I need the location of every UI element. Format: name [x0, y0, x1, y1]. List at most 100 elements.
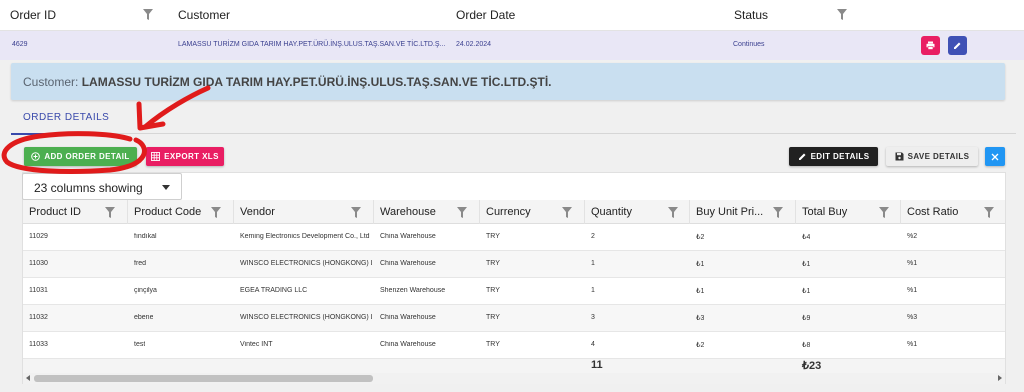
cell-cost-ratio: %1: [907, 341, 918, 348]
cell-product-code: ebene: [134, 314, 154, 321]
order-row[interactable]: 4629 LAMASSU TURİZM GIDA TARIM HAY.PET.Ü…: [0, 31, 1024, 60]
filter-icon[interactable]: [351, 207, 361, 218]
save-details-button[interactable]: SAVE DETAILS: [886, 147, 978, 166]
tab-bar: ORDER DETAILS: [11, 108, 1016, 135]
table-row[interactable]: 11030 fred WINSCO ELECTRONICS (HONGKONG)…: [23, 251, 1005, 278]
cell-quantity: 3: [591, 314, 595, 321]
filter-icon[interactable]: [984, 207, 994, 218]
filter-icon[interactable]: [562, 207, 572, 218]
cell-buy-unit-price: ₺3: [696, 315, 705, 322]
filter-icon[interactable]: [457, 207, 467, 218]
edit-details-button[interactable]: EDIT DETAILS: [789, 147, 878, 166]
order-date-cell: 24.02.2024: [456, 41, 492, 48]
cell-product-code: test: [134, 341, 146, 348]
cell-vendor: EGEA TRADING LLC: [240, 287, 308, 294]
cell-vendor: WINSCO ELECTRONICS (HONGKONG) L...: [240, 260, 372, 267]
total-buy-sum: ₺23: [802, 360, 822, 372]
columns-selector[interactable]: 23 columns showing: [22, 173, 182, 200]
cell-product-id: 11033: [29, 341, 48, 348]
cell-buy-unit-price: ₺2: [696, 342, 705, 349]
cell-product-id: 11031: [29, 287, 48, 294]
cell-product-code: çinçilya: [134, 287, 157, 294]
column-header-order-id[interactable]: Order ID: [10, 8, 56, 22]
cell-cost-ratio: %2: [907, 233, 918, 240]
add-order-detail-button[interactable]: ADD ORDER DETAIL: [24, 147, 137, 166]
cell-cost-ratio: %1: [907, 287, 918, 294]
order-id-cell: 4629: [12, 41, 28, 48]
column-header-customer[interactable]: Customer: [178, 8, 230, 22]
filter-icon[interactable]: [211, 207, 221, 218]
cell-quantity: 1: [591, 260, 595, 267]
cell-vendor: Keming Electronics Development Co., Ltd: [240, 233, 370, 240]
scroll-right-icon[interactable]: [998, 375, 1002, 381]
cell-total-buy: ₺9: [802, 315, 811, 322]
column-header-status[interactable]: Status: [734, 8, 768, 22]
save-details-label: SAVE DETAILS: [907, 152, 970, 161]
cell-product-code: fındıkal: [134, 233, 157, 240]
cell-currency: TRY: [486, 314, 500, 321]
cell-buy-unit-price: ₺2: [696, 234, 705, 241]
chevron-down-icon: [162, 185, 170, 190]
cell-buy-unit-price: ₺1: [696, 261, 705, 268]
cell-product-id: 11032: [29, 314, 48, 321]
cell-total-buy: ₺4: [802, 234, 811, 241]
table-row[interactable]: 11033 test Vintec INT China Warehouse TR…: [23, 332, 1005, 359]
close-button[interactable]: [985, 147, 1005, 166]
filter-icon[interactable]: [668, 207, 678, 218]
tab-order-details[interactable]: ORDER DETAILS: [11, 108, 111, 135]
printer-icon: [926, 41, 935, 50]
customer-cell: LAMASSU TURİZM GIDA TARIM HAY.PET.ÜRÜ.İN…: [178, 41, 446, 48]
add-order-detail-label: ADD ORDER DETAIL: [44, 152, 130, 161]
scrollbar-thumb[interactable]: [34, 375, 373, 382]
edit-details-label: EDIT DETAILS: [810, 152, 870, 161]
cell-quantity: 1: [591, 287, 595, 294]
close-icon: [991, 153, 999, 160]
detail-grid-header: Product ID Product Code Vendor Warehouse…: [23, 200, 1005, 224]
columns-selector-value: 23 columns showing: [34, 181, 143, 195]
cell-warehouse: China Warehouse: [380, 341, 436, 348]
horizontal-scrollbar[interactable]: [23, 373, 1005, 384]
customer-banner-text: Customer: LAMASSU TURİZM GIDA TARIM HAY.…: [23, 75, 552, 89]
totals-row: 11 ₺23: [23, 359, 1005, 373]
customer-banner: Customer: LAMASSU TURİZM GIDA TARIM HAY.…: [11, 63, 1005, 100]
column-header-order-date[interactable]: Order Date: [456, 8, 515, 22]
customer-label: Customer:: [23, 75, 79, 89]
active-tab-indicator: [11, 133, 111, 135]
cell-cost-ratio: %1: [907, 260, 918, 267]
cell-currency: TRY: [486, 341, 500, 348]
cell-buy-unit-price: ₺1: [696, 288, 705, 295]
table-row[interactable]: 11031 çinçilya EGEA TRADING LLC Shenzen …: [23, 278, 1005, 305]
pencil-icon: [798, 153, 806, 160]
cell-warehouse: China Warehouse: [380, 314, 436, 321]
save-icon: [895, 152, 904, 161]
export-xls-button[interactable]: EXPORT XLS: [146, 147, 224, 166]
table-row[interactable]: 11029 fındıkal Keming Electronics Develo…: [23, 224, 1005, 251]
export-xls-label: EXPORT XLS: [164, 152, 219, 161]
cell-product-id: 11029: [29, 233, 48, 240]
cell-cost-ratio: %3: [907, 314, 918, 321]
print-button[interactable]: [921, 36, 940, 55]
filter-icon[interactable]: [837, 9, 847, 20]
cell-total-buy: ₺8: [802, 342, 811, 349]
cell-total-buy: ₺1: [802, 288, 811, 295]
total-quantity: 11: [591, 359, 603, 371]
filter-icon[interactable]: [105, 207, 115, 218]
filter-icon[interactable]: [773, 207, 783, 218]
cell-vendor: Vintec INT: [240, 341, 273, 348]
edit-button[interactable]: [948, 36, 967, 55]
customer-name: LAMASSU TURİZM GIDA TARIM HAY.PET.ÜRÜ.İN…: [81, 75, 552, 89]
cell-quantity: 2: [591, 233, 595, 240]
cell-warehouse: China Warehouse: [380, 260, 436, 267]
cell-quantity: 4: [591, 341, 595, 348]
pencil-icon: [954, 42, 961, 49]
cell-currency: TRY: [486, 233, 500, 240]
status-cell: Continues: [733, 41, 765, 48]
cell-warehouse: China Warehouse: [380, 233, 436, 240]
cell-currency: TRY: [486, 260, 500, 267]
orders-grid-header: Order ID Customer Order Date Status: [0, 0, 1024, 31]
table-row[interactable]: 11032 ebene WINSCO ELECTRONICS (HONGKONG…: [23, 305, 1005, 332]
filter-icon[interactable]: [143, 9, 153, 20]
filter-icon[interactable]: [879, 207, 889, 218]
scroll-left-icon[interactable]: [26, 375, 30, 381]
cell-product-code: fred: [134, 260, 147, 267]
